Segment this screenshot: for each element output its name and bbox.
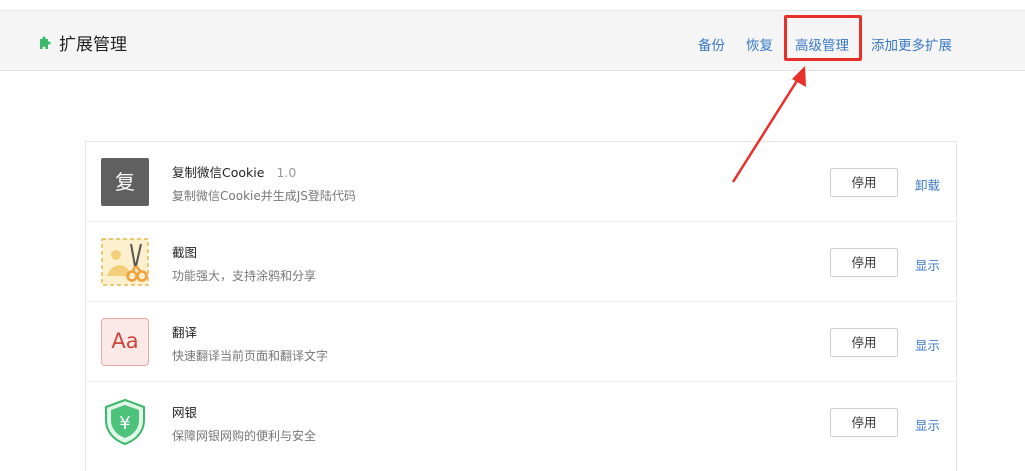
- page-header: 扩展管理 备份 恢复 高级管理 添加更多扩展: [0, 10, 1025, 71]
- shield-symbol: ¥: [119, 413, 130, 434]
- disable-button[interactable]: 停用: [830, 248, 898, 277]
- extension-description: 复制微信Cookie并生成JS登陆代码: [172, 189, 356, 203]
- bank-shield-icon: ¥: [105, 398, 145, 446]
- disable-button[interactable]: 停用: [830, 168, 898, 197]
- header-links: 备份 恢复 高级管理 添加更多扩展: [0, 34, 1025, 54]
- annotation-highlight-box: [784, 15, 862, 61]
- extension-row: 复 复制微信Cookie 1.0 复制微信Cookie并生成JS登陆代码 停用 卸…: [86, 142, 956, 222]
- extension-row: 截图 功能强大，支持涂鸦和分享 停用 显示: [86, 222, 956, 302]
- extension-name-text: 复制微信Cookie: [172, 165, 265, 180]
- backup-link[interactable]: 备份: [698, 34, 725, 54]
- extension-description: 功能强大，支持涂鸦和分享: [172, 269, 317, 283]
- extension-description: 保障网银网购的便利与安全: [172, 429, 317, 443]
- extension-list: 复 复制微信Cookie 1.0 复制微信Cookie并生成JS登陆代码 停用 卸…: [85, 141, 957, 471]
- show-link[interactable]: 显示: [915, 335, 940, 354]
- extension-row: ¥ 网银 保障网银网购的便利与安全 停用 显示: [86, 382, 956, 462]
- show-link[interactable]: 显示: [915, 415, 940, 434]
- extension-name: 翻译: [172, 325, 198, 340]
- screenshot-scissors-icon: [101, 238, 149, 286]
- translate-icon: Aa: [101, 318, 149, 366]
- extension-description: 快速翻译当前页面和翻译文字: [172, 349, 329, 363]
- extension-name: 截图: [172, 245, 198, 260]
- uninstall-link[interactable]: 卸载: [915, 175, 940, 194]
- top-strip: [0, 0, 1025, 10]
- disable-button[interactable]: 停用: [830, 408, 898, 437]
- restore-link[interactable]: 恢复: [746, 34, 773, 54]
- disable-button[interactable]: 停用: [830, 328, 898, 357]
- add-more-extensions-link[interactable]: 添加更多扩展: [871, 34, 952, 54]
- copy-cookie-icon: 复: [101, 158, 149, 206]
- extension-version: 1.0: [276, 165, 297, 180]
- show-link[interactable]: 显示: [915, 255, 940, 274]
- extension-row: Aa 翻译 快速翻译当前页面和翻译文字 停用 显示: [86, 302, 956, 382]
- extension-name: 网银: [172, 405, 198, 420]
- extension-name: 复制微信Cookie 1.0: [172, 162, 296, 181]
